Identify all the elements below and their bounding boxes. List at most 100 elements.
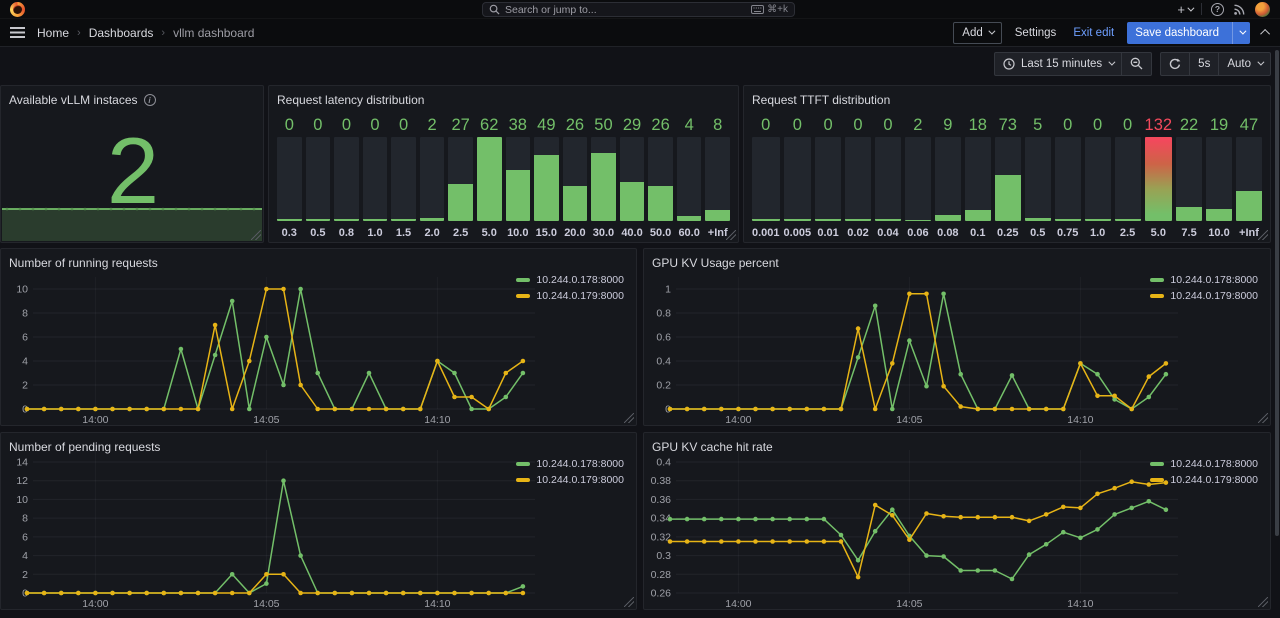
help-icon[interactable]: ? bbox=[1211, 3, 1224, 16]
data-point bbox=[1061, 505, 1066, 510]
bar-value: 49 bbox=[534, 113, 559, 137]
auto-refresh-picker[interactable]: Auto bbox=[1218, 53, 1270, 75]
data-point bbox=[822, 517, 827, 522]
top-nav: Search or jump to... ⌘+k + ? bbox=[0, 0, 1280, 19]
legend-item[interactable]: 10.244.0.178:8000 bbox=[1150, 274, 1258, 286]
save-dashboard-button[interactable]: Save dashboard bbox=[1127, 22, 1250, 44]
data-point bbox=[162, 591, 167, 596]
hamburger-menu-icon[interactable] bbox=[10, 27, 25, 38]
sparkline-point bbox=[253, 208, 256, 211]
collapse-toolbar-icon[interactable] bbox=[1260, 29, 1270, 39]
add-button[interactable]: Add bbox=[953, 22, 1001, 44]
bar-column: 00.005 bbox=[784, 113, 812, 239]
data-point bbox=[805, 517, 810, 522]
panel-running-requests: Number of running requests 024681014:001… bbox=[0, 248, 637, 426]
settings-button[interactable]: Settings bbox=[1011, 22, 1061, 44]
legend-item[interactable]: 10.244.0.179:8000 bbox=[516, 290, 624, 302]
data-point bbox=[264, 572, 269, 577]
bar-track bbox=[845, 137, 871, 221]
legend-item[interactable]: 10.244.0.179:8000 bbox=[1150, 474, 1258, 486]
legend-item[interactable]: 10.244.0.178:8000 bbox=[516, 458, 624, 470]
series-name: 10.244.0.179:8000 bbox=[536, 474, 624, 486]
bar-track bbox=[677, 137, 702, 221]
data-point bbox=[333, 407, 338, 412]
save-label: Save dashboard bbox=[1127, 22, 1227, 44]
series-color-swatch bbox=[516, 294, 530, 298]
data-point bbox=[333, 591, 338, 596]
refresh-button[interactable] bbox=[1161, 53, 1189, 75]
save-options-toggle[interactable] bbox=[1232, 22, 1250, 44]
refresh-interval-label[interactable]: 5s bbox=[1189, 53, 1218, 75]
data-point bbox=[1112, 486, 1117, 491]
legend-item[interactable]: 10.244.0.179:8000 bbox=[516, 474, 624, 486]
user-avatar[interactable] bbox=[1255, 2, 1270, 17]
data-point bbox=[685, 539, 690, 544]
search-input[interactable]: Search or jump to... ⌘+k bbox=[482, 2, 795, 17]
bar-column: 00.3 bbox=[277, 113, 302, 239]
y-axis-label: 6 bbox=[22, 332, 28, 344]
series-name: 10.244.0.179:8000 bbox=[536, 290, 624, 302]
sparkline-point bbox=[110, 208, 113, 211]
data-point bbox=[787, 407, 792, 412]
data-point bbox=[93, 591, 98, 596]
data-point bbox=[504, 591, 509, 596]
bar-track bbox=[563, 137, 588, 221]
bar-track bbox=[363, 137, 388, 221]
bar-fill bbox=[1206, 209, 1232, 221]
shortcut-text: ⌘+k bbox=[767, 4, 788, 15]
data-point bbox=[958, 372, 963, 377]
bar-label: 40.0 bbox=[620, 221, 645, 239]
data-point bbox=[42, 591, 47, 596]
data-point bbox=[770, 517, 775, 522]
bar-track bbox=[784, 137, 812, 221]
legend: 10.244.0.178:8000 10.244.0.179:8000 bbox=[1150, 458, 1258, 486]
bar-column: 730.25 bbox=[995, 113, 1021, 239]
series-line bbox=[670, 294, 1166, 409]
data-point bbox=[486, 407, 491, 412]
bar-value: 73 bbox=[995, 113, 1021, 137]
legend-item[interactable]: 10.244.0.179:8000 bbox=[1150, 290, 1258, 302]
data-point bbox=[976, 407, 981, 412]
series-color-swatch bbox=[1150, 478, 1164, 482]
data-point bbox=[401, 591, 406, 596]
data-point bbox=[719, 407, 724, 412]
data-point bbox=[384, 407, 389, 412]
bar-column: 26 20.0 bbox=[563, 113, 588, 239]
y-axis-label: 0.36 bbox=[651, 494, 672, 506]
add-menu-button[interactable]: + bbox=[1177, 2, 1192, 17]
data-point bbox=[1112, 394, 1117, 399]
bar-track bbox=[705, 137, 730, 221]
series-color-swatch bbox=[1150, 278, 1164, 282]
bar-value: 29 bbox=[620, 113, 645, 137]
time-range-picker[interactable]: Last 15 minutes bbox=[995, 53, 1121, 75]
bar-column: 02.5 bbox=[1115, 113, 1141, 239]
breadcrumb-dashboards[interactable]: Dashboards bbox=[89, 26, 154, 40]
exit-edit-button[interactable]: Exit edit bbox=[1069, 22, 1118, 44]
bar-value: 26 bbox=[563, 113, 588, 137]
bar-value: 0 bbox=[1115, 113, 1141, 137]
news-rss-icon[interactable] bbox=[1233, 3, 1246, 16]
sparkline-point bbox=[149, 208, 152, 211]
breadcrumb-home[interactable]: Home bbox=[37, 26, 69, 40]
bar-label: 2.0 bbox=[420, 221, 445, 239]
page-scrollbar[interactable] bbox=[1275, 50, 1279, 536]
sparkline-point bbox=[45, 208, 48, 211]
y-axis-label: 0.3 bbox=[656, 550, 671, 562]
data-point bbox=[435, 359, 440, 364]
series-line bbox=[670, 501, 1166, 579]
bar-value: 2 bbox=[905, 113, 931, 137]
bar-label: 20.0 bbox=[563, 221, 588, 239]
zoom-out-button[interactable] bbox=[1121, 53, 1151, 75]
data-point bbox=[521, 591, 526, 596]
chevron-down-icon bbox=[988, 28, 995, 35]
bar-value: 38 bbox=[506, 113, 531, 137]
bar-column: 4915.0 bbox=[534, 113, 559, 239]
grafana-logo[interactable] bbox=[10, 2, 25, 17]
series-color-swatch bbox=[1150, 462, 1164, 466]
legend-item[interactable]: 10.244.0.178:8000 bbox=[516, 274, 624, 286]
y-axis-label: 8 bbox=[22, 308, 28, 320]
legend-item[interactable]: 10.244.0.178:8000 bbox=[1150, 458, 1258, 470]
y-axis-label: 0.4 bbox=[656, 356, 671, 368]
data-point bbox=[890, 361, 895, 366]
chevron-down-icon bbox=[1239, 28, 1246, 35]
